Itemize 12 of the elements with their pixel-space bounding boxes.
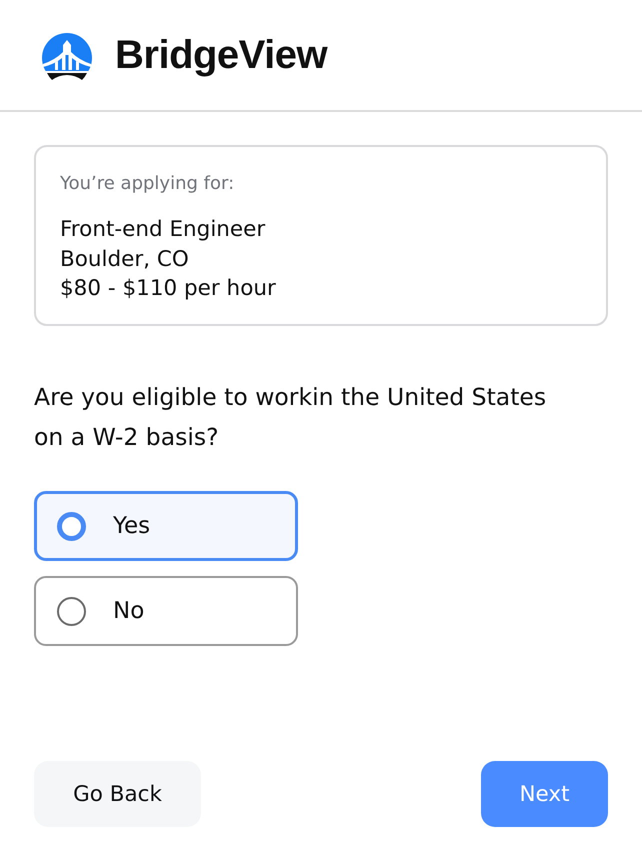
brand-name: BridgeView xyxy=(115,32,328,78)
back-button[interactable]: Go Back xyxy=(34,761,201,827)
question-text: Are you eligible to workin the United States on a W-2 basis? xyxy=(34,382,548,453)
job-location: Boulder, CO xyxy=(60,246,190,274)
radio-option[interactable]: No xyxy=(34,576,298,646)
radio-icon[interactable] xyxy=(57,596,86,626)
card-label: You’re applying for: xyxy=(60,172,236,196)
job-title: Front-end Engineer xyxy=(60,216,266,244)
radio-icon[interactable] xyxy=(57,512,86,540)
bridge-logo-icon xyxy=(42,32,92,80)
pay-range: $80 - $110 per hour xyxy=(60,275,277,303)
radio-option[interactable]: Yes xyxy=(34,491,298,561)
